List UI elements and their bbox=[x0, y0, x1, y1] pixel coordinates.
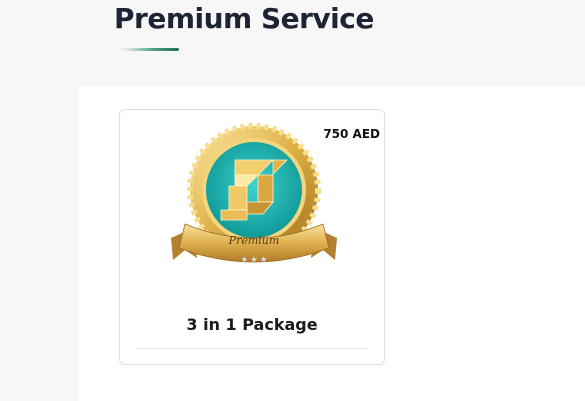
section-title: Premium Service bbox=[114, 2, 374, 35]
svg-text:★ ★ ★: ★ ★ ★ bbox=[241, 255, 268, 264]
package-card[interactable]: 750 AED Premium ★ ★ ★ 3 in 1 Package bbox=[119, 109, 385, 365]
title-underline bbox=[116, 48, 179, 51]
card-divider bbox=[136, 348, 368, 349]
premium-medal-icon: Premium ★ ★ ★ bbox=[171, 123, 337, 264]
badge-premium-text: Premium bbox=[228, 234, 280, 247]
package-title: 3 in 1 Package bbox=[186, 315, 318, 334]
page: Premium Service 750 AED Premium ★ ★ ★ 3 … bbox=[0, 0, 585, 401]
